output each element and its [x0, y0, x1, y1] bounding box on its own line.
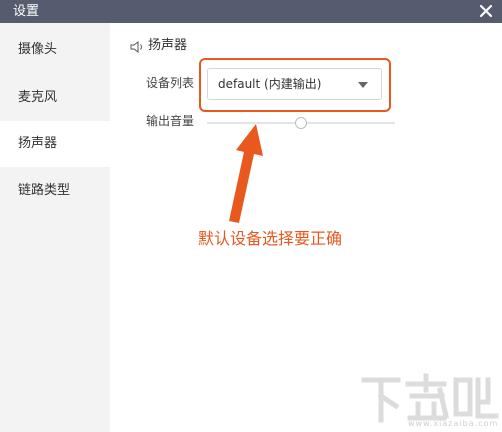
annotation-arrow [229, 124, 263, 223]
annotation-text: 默认设备选择要正确 [198, 229, 343, 248]
watermark-url: www.xiazaiba.com [408, 419, 499, 428]
watermark-logo [361, 373, 499, 423]
